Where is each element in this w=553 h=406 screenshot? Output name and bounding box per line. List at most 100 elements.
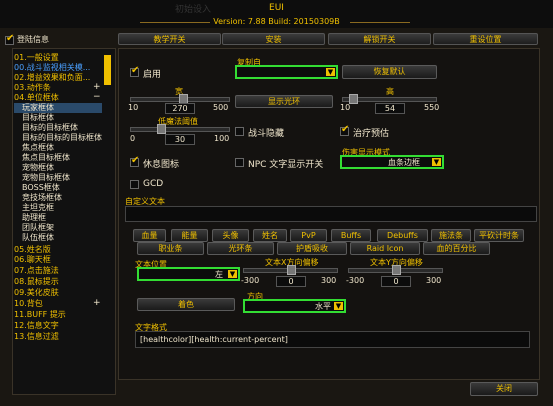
height-value[interactable]: 54 — [375, 103, 405, 114]
sidebar-item-tooltip[interactable]: 08.鼠标提示 — [14, 277, 59, 287]
width-max: 500 — [213, 103, 229, 112]
sidebar-subitem[interactable]: BOSS框体 — [22, 183, 60, 193]
sidebar-item-info-filter[interactable]: 13.信息过滤 — [14, 332, 59, 342]
slider-thumb[interactable] — [287, 265, 296, 275]
sidebar-subitem[interactable]: 焦点目标框体 — [22, 153, 70, 163]
x-offset-min: -300 — [241, 276, 260, 285]
tab-install[interactable]: 安装 — [222, 33, 325, 45]
tab-power[interactable]: 能量 — [171, 229, 208, 242]
window-title: EUI — [269, 3, 284, 13]
sidebar-subitem[interactable]: 队伍框体 — [22, 233, 54, 243]
sidebar-subitem[interactable]: 焦点框体 — [22, 143, 54, 153]
sidebar-subitem[interactable]: 宠物框体 — [22, 163, 54, 173]
tab-name[interactable]: 姓名 — [253, 229, 287, 242]
tab-absorb[interactable]: 护盾吸收 — [277, 242, 347, 255]
tab-buffs[interactable]: Buffs — [331, 229, 371, 242]
height-max: 550 — [424, 103, 440, 112]
sidebar-subitem[interactable]: 目标框体 — [22, 113, 54, 123]
sidebar-item-buffs[interactable]: 02.增益效果和负面... — [14, 73, 90, 83]
hurt-mode-dropdown[interactable]: 血条边框 ▼ — [340, 155, 444, 169]
height-label: 高 — [386, 87, 394, 96]
restore-default-button[interactable]: 恢复默认 — [342, 65, 437, 79]
slider-thumb[interactable] — [392, 265, 401, 275]
tab-reset-position[interactable]: 重设位置 — [433, 33, 538, 45]
width-slider[interactable] — [130, 94, 230, 104]
x-offset-value[interactable]: 0 — [276, 276, 306, 287]
sidebar-item-nameplates[interactable]: 05.姓名版 — [14, 245, 51, 255]
chevron-down-icon: ▼ — [228, 270, 237, 278]
sidebar-subitem[interactable]: 助理框 — [22, 213, 46, 223]
height-min: 10 — [340, 103, 351, 112]
sidebar-subitem[interactable]: 目标的目标的目标框体 — [22, 133, 102, 143]
tab-tutorial[interactable]: 教学开关 — [118, 33, 221, 45]
rest-icon-checkbox[interactable]: ✔ — [130, 155, 139, 167]
sidebar-item-buff-reminder[interactable]: 11.BUFF 提示 — [14, 310, 66, 320]
text-position-dropdown[interactable]: 左 ▼ — [137, 267, 240, 281]
sidebar-item-chat[interactable]: 06.聊天框 — [14, 255, 51, 265]
show-aura-button[interactable]: 显示光环 — [235, 95, 333, 108]
sidebar-item-skins[interactable]: 09.美化皮肤 — [14, 288, 59, 298]
heal-predict-checkbox[interactable]: ✔ — [340, 124, 349, 136]
sidebar-item-unitframes[interactable]: 04.单位框体 — [14, 93, 59, 103]
tab-unlock[interactable]: 解锁开关 — [328, 33, 431, 45]
low-mana-max: 100 — [214, 134, 230, 143]
tab-raid-icon[interactable]: Raid Icon — [350, 242, 420, 255]
chevron-down-icon: ▼ — [326, 68, 335, 76]
height-slider[interactable] — [342, 94, 437, 104]
low-mana-slider[interactable] — [130, 124, 230, 134]
close-button[interactable]: 关闭 — [470, 382, 538, 396]
tab-swing-timer[interactable]: 平砍计时条 — [474, 229, 524, 242]
npc-text-checkbox[interactable] — [235, 158, 244, 167]
version-label: Version: 7.88 Build: 20150309B — [213, 17, 340, 26]
width-min: 10 — [128, 103, 139, 112]
width-value[interactable]: 270 — [165, 103, 195, 114]
tab-portrait[interactable]: 头像 — [212, 229, 249, 242]
tab-debuffs[interactable]: Debuffs — [377, 229, 428, 242]
low-mana-min: 0 — [130, 134, 136, 143]
tab-class-bar[interactable]: 职业条 — [137, 242, 204, 255]
sidebar-subitem[interactable]: 团队框架 — [22, 223, 54, 233]
slider-thumb[interactable] — [157, 124, 166, 134]
expand-icon[interactable]: + — [93, 82, 101, 92]
y-offset-min: -300 — [346, 276, 365, 285]
sidebar-subitem[interactable]: 竞技场框体 — [22, 193, 62, 203]
sidebar-subitem[interactable]: 目标的目标框体 — [22, 123, 78, 133]
login-label: 登陆信息 — [17, 35, 49, 44]
color-button[interactable]: 着色 — [137, 298, 235, 311]
sidebar-scrollbar[interactable] — [104, 55, 111, 85]
text-format-value: [healthcolor][health:current-percent] — [140, 335, 288, 344]
rest-icon-label: 休息图标 — [143, 160, 180, 170]
combat-hide-checkbox[interactable] — [235, 127, 244, 136]
sidebar-subitem[interactable]: 宠物目标框体 — [22, 173, 70, 183]
sidebar-subitem[interactable]: 主坦克框 — [22, 203, 54, 213]
tab-health[interactable]: 血量 — [133, 229, 166, 242]
text-format-input[interactable]: [healthcolor][health:current-percent] — [135, 331, 530, 348]
tab-castbar[interactable]: 施法条 — [431, 229, 471, 242]
tab-aura-bar[interactable]: 光环条 — [207, 242, 274, 255]
sidebar-item-bags[interactable]: 10.背包 — [14, 299, 43, 309]
sidebar-item-general[interactable]: 01.一般设置 — [14, 53, 59, 63]
tab-pvp[interactable]: PvP — [290, 229, 327, 242]
sidebar-item-actionbar[interactable]: 03.动作条 — [14, 83, 51, 93]
direction-dropdown[interactable]: 水平 ▼ — [243, 299, 346, 313]
sidebar-item-info-text[interactable]: 12.信息文字 — [14, 321, 59, 331]
y-offset-value[interactable]: 0 — [381, 276, 411, 287]
low-mana-value[interactable]: 30 — [165, 134, 195, 145]
sidebar-item-click-cast[interactable]: 07.点击施法 — [14, 266, 59, 276]
copy-from-dropdown[interactable]: ▼ — [235, 65, 338, 79]
y-offset-slider[interactable] — [348, 265, 443, 275]
custom-text-input[interactable] — [125, 206, 537, 222]
x-offset-slider[interactable] — [243, 265, 338, 275]
enable-checkbox[interactable]: ✔ — [130, 65, 139, 77]
collapse-icon[interactable]: − — [93, 92, 101, 102]
sidebar-subitem[interactable]: 玩家框体 — [22, 103, 54, 113]
login-checkbox[interactable]: ✔ — [5, 33, 14, 45]
slider-thumb[interactable] — [349, 94, 358, 104]
gcd-checkbox[interactable] — [130, 180, 139, 189]
expand-icon[interactable]: + — [93, 298, 101, 308]
sidebar-item-combat-monitor[interactable]: 00.战斗监视相关模... — [14, 63, 90, 73]
hurt-mode-value: 血条边框 — [388, 158, 420, 167]
tab-health-percent[interactable]: 血的百分比 — [423, 242, 490, 255]
chevron-down-icon: ▼ — [334, 302, 343, 310]
chevron-down-icon: ▼ — [432, 158, 441, 166]
